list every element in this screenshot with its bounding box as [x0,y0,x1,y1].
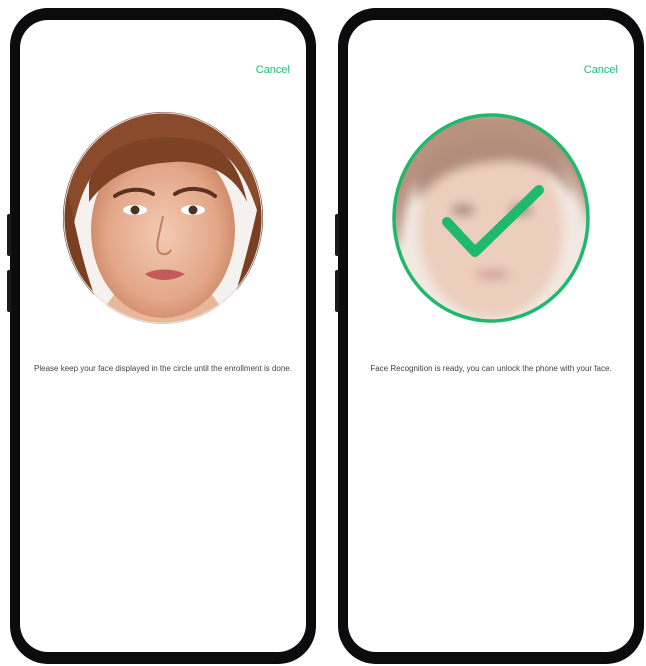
volume-button [335,270,339,312]
complete-instruction: Face Recognition is ready, you can unloc… [370,364,612,373]
checkmark-icon [442,185,544,257]
complete-screen: Cancel Face Recognition is ready, you ca… [348,20,634,652]
volume-button [335,214,339,256]
phone-enrollment: Cancel Please keep your face displayed i… [7,8,316,664]
enrollment-instruction: Please keep your face displayed in the c… [34,364,292,373]
face-preview-circle [391,112,591,324]
volume-button [7,270,11,312]
cancel-button[interactable]: Cancel [256,64,290,76]
enrollment-screen: Cancel Please keep your face displayed i… [20,20,306,652]
volume-button [7,214,11,256]
face-preview-circle [63,112,263,324]
face-illustration [63,112,263,324]
face-recognition-composite: Cancel Please keep your face displayed i… [0,0,646,666]
cancel-button[interactable]: Cancel [584,64,618,76]
phone-complete: Cancel Face Recognition is ready, you ca… [335,8,644,664]
